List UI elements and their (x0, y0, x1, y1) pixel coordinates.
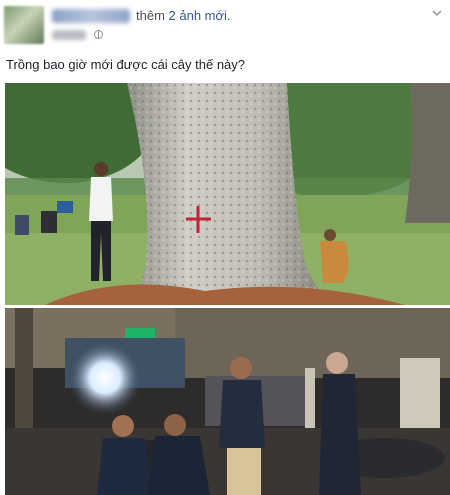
post-timestamp-blurred[interactable] (52, 30, 86, 40)
post-photo-street[interactable] (5, 308, 450, 495)
post-photo-tree[interactable] (5, 83, 450, 305)
post-header: thêm 2 ảnh mới. (0, 0, 450, 48)
street-photo-illustration (5, 308, 450, 495)
action-prefix: thêm (136, 8, 165, 23)
globe-icon[interactable] (94, 30, 103, 39)
author-name-blurred[interactable] (52, 9, 130, 23)
chevron-down-icon[interactable] (432, 8, 442, 18)
tree-photo-illustration (5, 83, 450, 305)
post-action-text: thêm 2 ảnh mới. (136, 8, 231, 23)
post-caption: Trồng bao giờ mới được cái cây thế này? (6, 57, 246, 72)
action-suffix: . (226, 8, 231, 23)
new-photos-link[interactable]: 2 ảnh mới (169, 8, 227, 23)
avatar[interactable] (4, 6, 44, 44)
